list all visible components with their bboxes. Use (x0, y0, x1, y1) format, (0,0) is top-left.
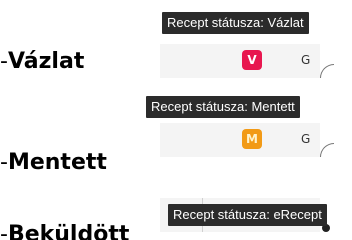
column-g-label: G (301, 132, 311, 146)
status-row-vazlat: -Vázlat V G Recept státusza: Vázlat (0, 0, 352, 80)
status-label: -Beküldött (0, 222, 129, 240)
status-row-bekuldott: -Beküldött E G Recept státusza: eRecept (0, 160, 352, 240)
loading-arc-icon (320, 64, 334, 78)
status-name: Beküldött (7, 222, 130, 240)
loading-arc-icon (320, 143, 334, 157)
column-g-label: G (301, 53, 311, 67)
status-badge-m[interactable]: M (242, 129, 262, 149)
grid-cell: V G (160, 44, 334, 78)
status-tooltip: Recept státusza: Mentett (146, 96, 300, 118)
status-row-mentett: -Mentett M G Recept státusza: Mentett (0, 80, 352, 175)
bullet-dash: - (0, 222, 8, 240)
status-tooltip: Recept státusza: Vázlat (162, 12, 309, 34)
bullet-dash: - (0, 49, 8, 74)
status-label: -Vázlat (0, 49, 84, 75)
status-tooltip: Recept státusza: eRecept (168, 204, 327, 226)
grid-cell: M G (160, 123, 334, 157)
status-badge-v[interactable]: V (242, 50, 262, 70)
status-name: Vázlat (7, 49, 85, 74)
